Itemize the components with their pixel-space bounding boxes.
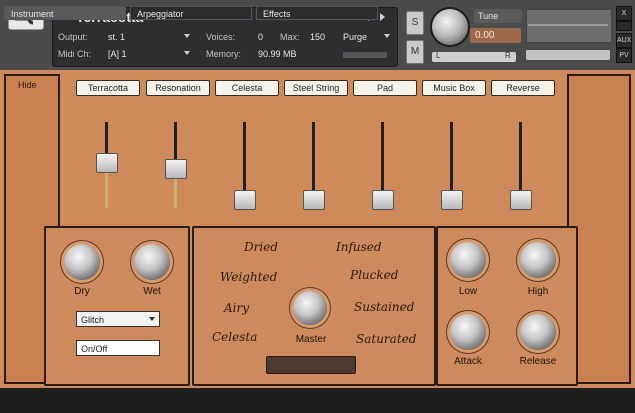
high-knob[interactable] [520, 242, 556, 278]
macro-word-plucked: Plucked [350, 268, 399, 282]
effect-onoff-button[interactable]: On/Off [76, 340, 160, 356]
slider-handle-1[interactable] [96, 153, 118, 173]
macro-word-infused: Infused [336, 240, 382, 254]
tab-effects[interactable]: Effects [256, 6, 378, 20]
midi-arrow-icon[interactable] [184, 51, 190, 55]
purge-arrow-icon[interactable] [384, 34, 390, 38]
effect-dropdown-arrow-icon[interactable] [149, 317, 155, 321]
tune-knob[interactable] [432, 9, 468, 45]
tune-value[interactable]: 0.00 [470, 28, 521, 43]
preset-button-7[interactable]: Reverse [491, 80, 555, 96]
pan-right-label: R [505, 51, 511, 60]
macro-word-saturated: Saturated [356, 332, 417, 346]
dry-label: Dry [74, 286, 90, 297]
attack-label: Attack [454, 356, 482, 367]
preset-button-3[interactable]: Celesta [215, 80, 279, 96]
tab-bar [0, 388, 635, 413]
effect-dropdown[interactable]: Glitch [76, 311, 160, 327]
pv-button[interactable]: PV [616, 48, 632, 63]
macro-display-bar [266, 356, 356, 374]
tune-label: Tune [474, 9, 522, 23]
slider-handle-3[interactable] [234, 190, 256, 210]
slider-fill-2 [174, 177, 177, 208]
voices-label: Voices: [206, 32, 236, 42]
purge-meter-bars [343, 52, 387, 58]
max-value[interactable]: 150 [310, 32, 325, 42]
aux-button[interactable]: AUX [616, 33, 632, 48]
output-meter [526, 9, 612, 43]
master-knob[interactable] [293, 291, 327, 325]
high-label: High [527, 286, 549, 297]
memory-label: Memory: [206, 49, 242, 59]
output-label: Output: [58, 32, 88, 42]
preset-button-4[interactable]: Steel String [284, 80, 348, 96]
midi-dropdown[interactable]: [A] 1 [108, 49, 127, 59]
midi-label: Midi Ch: [58, 49, 92, 59]
macro-word-sustained: Sustained [354, 300, 415, 314]
slider-handle-6[interactable] [441, 190, 463, 210]
hide-button[interactable]: Hide [18, 80, 37, 90]
left-effects-box [44, 226, 190, 386]
slider-handle-7[interactable] [510, 190, 532, 210]
pan-left-label: L [436, 51, 441, 60]
macro-word-weighted: Weighted [220, 270, 278, 284]
tab-arpeggiator[interactable]: Arpeggiator [130, 6, 252, 20]
low-knob[interactable] [450, 242, 486, 278]
macro-word-airy: Airy [224, 301, 250, 315]
slider-handle-5[interactable] [372, 190, 394, 210]
preset-button-1[interactable]: Terracotta [76, 80, 140, 96]
attack-knob[interactable] [450, 314, 486, 350]
wet-label: Wet [143, 286, 161, 297]
slider-fill-1 [105, 171, 108, 208]
memory-value: 90.99 MB [258, 49, 297, 59]
slider-handle-4[interactable] [303, 190, 325, 210]
output-dropdown[interactable]: st. 1 [108, 32, 125, 42]
master-label: Master [295, 334, 327, 345]
max-label: Max: [280, 32, 300, 42]
output-arrow-icon[interactable] [184, 34, 190, 38]
pan-slider[interactable] [432, 52, 516, 62]
tab-instrument[interactable]: Instrument [4, 6, 126, 20]
minimize-button[interactable] [616, 21, 632, 31]
macro-word-celesta: Celesta [212, 330, 258, 344]
meter-divider [528, 24, 608, 26]
next-preset-button[interactable] [380, 13, 385, 21]
preset-button-6[interactable]: Music Box [422, 80, 486, 96]
release-label: Release [519, 356, 557, 367]
preset-button-2[interactable]: Resonation [146, 80, 210, 96]
solo-button[interactable]: S [406, 11, 424, 35]
macro-word-dried: Dried [244, 240, 278, 254]
wet-knob[interactable] [134, 244, 170, 280]
mute-button[interactable]: M [406, 40, 424, 64]
voices-value: 0 [258, 32, 264, 42]
slider-handle-2[interactable] [165, 159, 187, 179]
release-knob[interactable] [520, 314, 556, 350]
dry-knob[interactable] [64, 244, 100, 280]
purge-dropdown[interactable]: Purge [343, 32, 367, 42]
close-button[interactable]: X [616, 6, 632, 21]
preset-button-5[interactable]: Pad [353, 80, 417, 96]
volume-slider[interactable] [526, 50, 610, 60]
low-label: Low [458, 286, 478, 297]
